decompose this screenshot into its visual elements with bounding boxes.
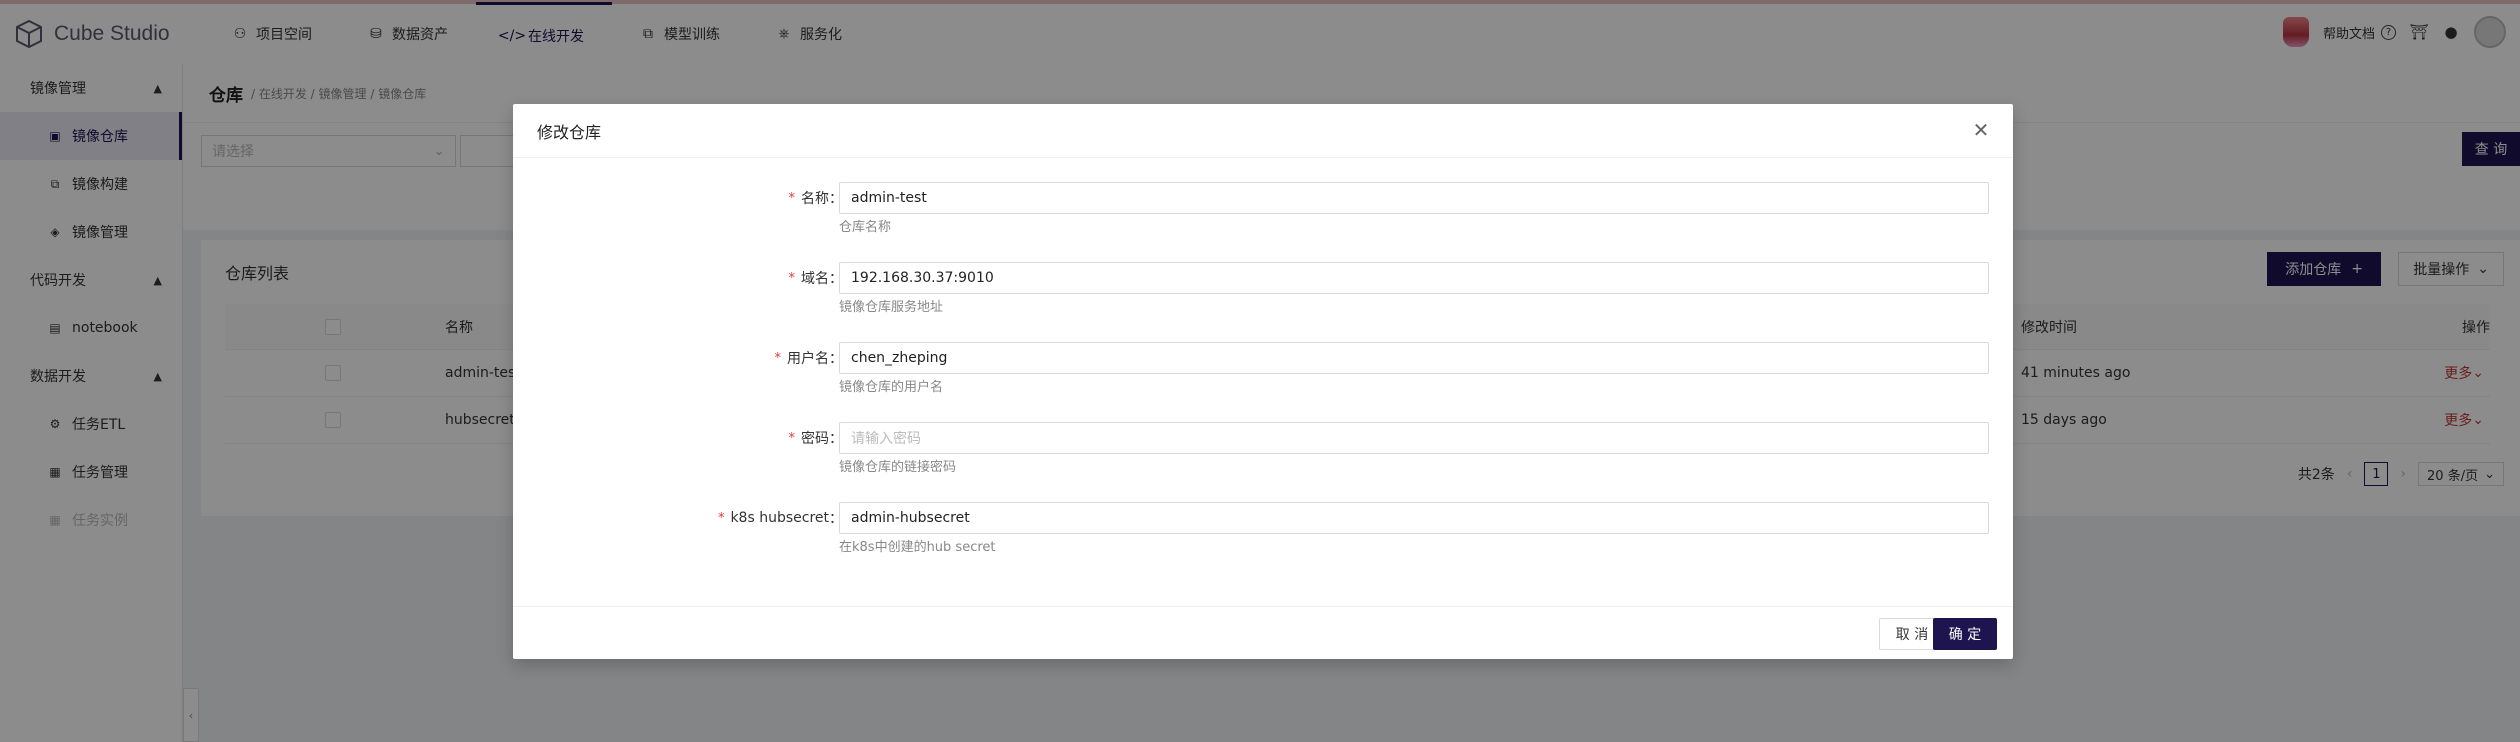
field-label-text: 用户名 [787,351,829,367]
required-mark: * [774,350,782,366]
password-field[interactable]: 请输入密码 [839,422,1989,454]
modal-title: 修改仓库 [537,122,602,142]
required-mark: * [788,190,796,206]
field-help: 在k8s中创建的hub secret [839,540,996,555]
field-help: 镜像仓库的用户名 [839,380,944,395]
name-field[interactable]: admin-test [839,182,1989,214]
confirm-button[interactable]: 确 定 [1933,618,1997,650]
edit-repo-modal: 修改仓库 ✕ * 名称： admin-test 仓库名称 * 域名： 192.168… [513,104,2013,659]
field-label: * k8s hubsecret： [717,510,843,527]
modal-header: 修改仓库 [513,104,2013,158]
field-label: * 域名： [789,262,844,294]
form-row-name: * 名称： admin-test 仓库名称 [513,174,2013,235]
required-mark: * [788,270,796,286]
field-help: 仓库名称 [839,220,892,235]
field-label-text: 密码 [801,431,829,447]
field-label: * 密码： [789,422,844,454]
field-label-text: 名称 [801,191,829,207]
form-row-domain: * 域名： 192.168.30.37:9010 镜像仓库服务地址 [513,254,2013,315]
field-help: 镜像仓库服务地址 [839,300,944,315]
modal-footer: 取 消 确 定 [513,606,2013,659]
required-mark: * [717,510,725,526]
form-row-username: * 用户名： chen_zheping 镜像仓库的用户名 [513,334,2013,395]
field-help: 镜像仓库的链接密码 [839,460,957,475]
required-mark: * [788,430,796,446]
form-row-hubsecret: * k8s hubsecret： admin-hubsecret 在k8s中创建的… [513,494,2013,555]
field-label: * 名称： [789,182,844,214]
field-label-text: k8s hubsecret [730,510,829,526]
field-label: * 用户名： [775,342,844,374]
form-row-password: * 密码： 请输入密码 镜像仓库的链接密码 [513,414,2013,475]
username-field[interactable]: chen_zheping [839,342,1989,374]
close-icon[interactable]: ✕ [1969,118,1993,142]
domain-field[interactable]: 192.168.30.37:9010 [839,262,1989,294]
field-label-text: 域名 [801,271,829,287]
hubsecret-field[interactable]: admin-hubsecret [839,502,1989,534]
